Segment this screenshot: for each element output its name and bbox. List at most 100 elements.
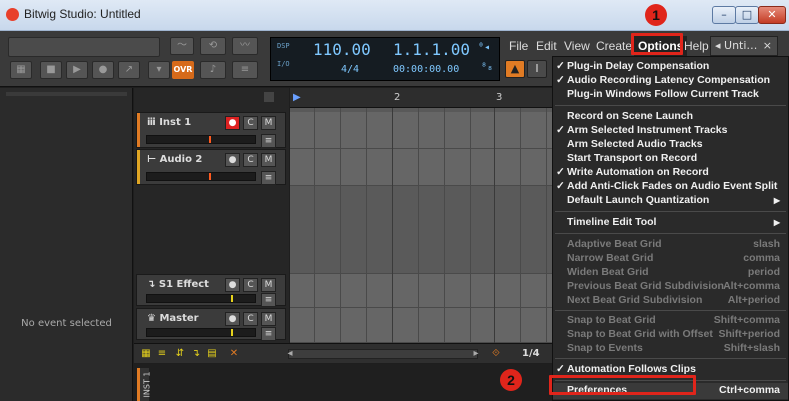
grid-view-icon[interactable]: ▦ bbox=[140, 348, 152, 359]
overdub-button[interactable]: OVR bbox=[172, 61, 194, 79]
track-inst-1[interactable]: ⅲ Inst 1 ● C M ≡ bbox=[136, 112, 286, 148]
record-arm-button[interactable]: ● bbox=[225, 116, 240, 130]
solo-button[interactable]: C bbox=[243, 278, 258, 292]
delete-icon[interactable]: ✕ bbox=[228, 348, 240, 359]
layer-icon[interactable]: ▤ bbox=[206, 348, 218, 359]
track-name: ↴ S1 Effect bbox=[147, 279, 209, 290]
tempo-display[interactable]: 110.00 bbox=[313, 40, 371, 59]
track-meter bbox=[146, 294, 256, 303]
preroll-button[interactable]: ≡ bbox=[232, 61, 258, 79]
menu-item-arm-instrument-tracks[interactable]: ✓ Arm Selected Instrument Tracks bbox=[553, 123, 788, 138]
solo-button[interactable]: C bbox=[243, 116, 258, 130]
fold-icon[interactable]: ⇵ bbox=[174, 348, 186, 359]
menu-item-snap-to-beat-grid: Snap to Beat Grid Shift+comma bbox=[567, 314, 780, 326]
menu-item-write-automation[interactable]: ✓ Write Automation on Record bbox=[553, 165, 788, 180]
track-name: ⅲ Inst 1 bbox=[147, 117, 192, 128]
close-button[interactable]: ✕ bbox=[758, 6, 786, 24]
menu-item-plugin-windows-follow[interactable]: Plug-in Windows Follow Current Track bbox=[553, 87, 788, 102]
metronome-icon[interactable]: 〜 bbox=[170, 37, 194, 55]
menu-file[interactable]: File bbox=[509, 36, 528, 56]
audio-icon: ⊢ bbox=[147, 154, 160, 165]
track-master[interactable]: ♛ Master ● C M ≡ bbox=[136, 308, 286, 341]
track-lane[interactable] bbox=[290, 274, 552, 308]
transport-options-button[interactable]: ▾ bbox=[148, 61, 170, 79]
tab-arrow-icon: ◂ bbox=[715, 39, 725, 52]
menu-help[interactable]: Help bbox=[684, 36, 709, 56]
device-panel: INST 1 bbox=[134, 364, 552, 401]
scroll-left-icon[interactable]: ◂ bbox=[284, 348, 296, 359]
metronome-button[interactable]: ♪ bbox=[200, 61, 226, 79]
inspector-panel: No event selected bbox=[0, 88, 133, 401]
play-button[interactable]: ▶ bbox=[66, 61, 88, 79]
ruler-bar-3: 3 bbox=[496, 92, 503, 103]
track-audio-2[interactable]: ⊢ Audio 2 ● C M ≡ bbox=[136, 149, 286, 185]
mute-button[interactable]: M bbox=[261, 312, 276, 326]
track-color-stripe bbox=[137, 113, 140, 147]
mute-button[interactable]: M bbox=[261, 278, 276, 292]
mute-button[interactable]: M bbox=[261, 116, 276, 130]
transport-display: DSP I/O 110.00 4/4 1.1.1.00 00:00:00.00 … bbox=[270, 37, 500, 81]
position-time[interactable]: 00:00:00.00 bbox=[393, 64, 459, 75]
effect-track-icon[interactable]: ↴ bbox=[190, 348, 202, 359]
position-bars[interactable]: 1.1.1.00 bbox=[393, 40, 470, 59]
pointer-tool-button[interactable]: ▲ bbox=[505, 60, 525, 78]
menu-item-default-launch-quantization[interactable]: Default Launch Quantization ▶ bbox=[553, 193, 788, 208]
inspector-empty-message: No event selected bbox=[21, 318, 112, 329]
empty-lane[interactable] bbox=[290, 186, 552, 274]
menu-view[interactable]: View bbox=[564, 36, 590, 56]
snap-icon[interactable]: ⟐ bbox=[490, 348, 502, 359]
menu-item-arm-audio-tracks[interactable]: Arm Selected Audio Tracks bbox=[553, 137, 788, 152]
stop-button[interactable]: ■ bbox=[40, 61, 62, 79]
solo-button[interactable]: C bbox=[243, 153, 258, 167]
record-button[interactable]: ● bbox=[92, 61, 114, 79]
timeline-ruler[interactable]: ▶ 2 3 bbox=[290, 88, 552, 108]
maximize-button[interactable]: □ bbox=[735, 6, 759, 24]
close-tab-icon[interactable]: × bbox=[763, 37, 772, 55]
menu-item-timeline-edit-tool[interactable]: Timeline Edit Tool ▶ bbox=[553, 215, 788, 230]
menu-item-anti-click-fades[interactable]: ✓ Add Anti-Click Fades on Audio Event Spl… bbox=[553, 179, 788, 194]
level-meter bbox=[8, 37, 160, 57]
menu-item-prev-grid-subdivision: Previous Beat Grid Subdivision Alt+comma bbox=[567, 280, 780, 292]
menu-create[interactable]: Create bbox=[596, 36, 632, 56]
automation-write-button[interactable]: ↗ bbox=[118, 61, 140, 79]
window-title: Bitwig Studio: Untitled bbox=[24, 7, 141, 21]
record-arm-button[interactable]: ● bbox=[225, 278, 240, 292]
menu-item-snap-with-offset: Snap to Beat Grid with Offset Shift+perio… bbox=[567, 328, 780, 340]
menu-item-audio-latency-compensation[interactable]: ✓ Audio Recording Latency Compensation bbox=[553, 73, 788, 88]
menu-edit[interactable]: Edit bbox=[536, 36, 557, 56]
submenu-arrow-icon: ▶ bbox=[773, 196, 780, 205]
punch-icon[interactable]: 〰 bbox=[232, 37, 258, 55]
solo-button[interactable]: C bbox=[243, 312, 258, 326]
track-lane[interactable] bbox=[290, 112, 552, 149]
menu-item-record-on-scene-launch[interactable]: Record on Scene Launch bbox=[553, 109, 788, 124]
track-menu-button[interactable]: ≡ bbox=[261, 171, 276, 185]
scroll-right-icon[interactable]: ▸ bbox=[470, 348, 482, 359]
document-tab[interactable]: ◂ Unti… × bbox=[710, 36, 778, 56]
minimize-button[interactable]: – bbox=[712, 6, 736, 24]
device-track-tab[interactable]: INST 1 bbox=[137, 368, 151, 401]
playhead-marker-icon[interactable]: ▶ bbox=[293, 92, 301, 103]
list-view-icon[interactable]: ≡ bbox=[156, 348, 168, 359]
loop-icon[interactable]: ⟲ bbox=[200, 37, 226, 55]
track-lane[interactable] bbox=[290, 149, 552, 186]
track-s1-effect[interactable]: ↴ S1 Effect ● C M ≡ bbox=[136, 274, 286, 307]
track-lane[interactable] bbox=[290, 308, 552, 343]
grid-zoom-label[interactable]: 1/4 bbox=[522, 348, 540, 359]
horizontal-scrollbar[interactable] bbox=[288, 349, 478, 359]
record-arm-button[interactable]: ● bbox=[225, 312, 240, 326]
mute-button[interactable]: M bbox=[261, 153, 276, 167]
menu-item-plugin-delay-compensation[interactable]: ✓ Plug-in Delay Compensation bbox=[553, 59, 788, 74]
menu-item-start-transport-on-record[interactable]: Start Transport on Record bbox=[553, 151, 788, 166]
scroll-up-icon[interactable] bbox=[264, 92, 274, 102]
io-label: I/O bbox=[277, 60, 290, 68]
text-tool-button[interactable]: I bbox=[527, 60, 547, 78]
grid-icon[interactable]: ▦ bbox=[10, 61, 32, 79]
submenu-arrow-icon: ▶ bbox=[773, 218, 780, 227]
arranger-timeline[interactable]: ▶ 2 3 bbox=[290, 88, 552, 363]
time-signature[interactable]: 4/4 bbox=[341, 64, 359, 75]
track-meter bbox=[146, 328, 256, 337]
record-arm-button[interactable]: ● bbox=[225, 153, 240, 167]
track-menu-button[interactable]: ≡ bbox=[261, 134, 276, 148]
track-menu-button[interactable]: ≡ bbox=[261, 327, 276, 341]
track-menu-button[interactable]: ≡ bbox=[261, 293, 276, 307]
